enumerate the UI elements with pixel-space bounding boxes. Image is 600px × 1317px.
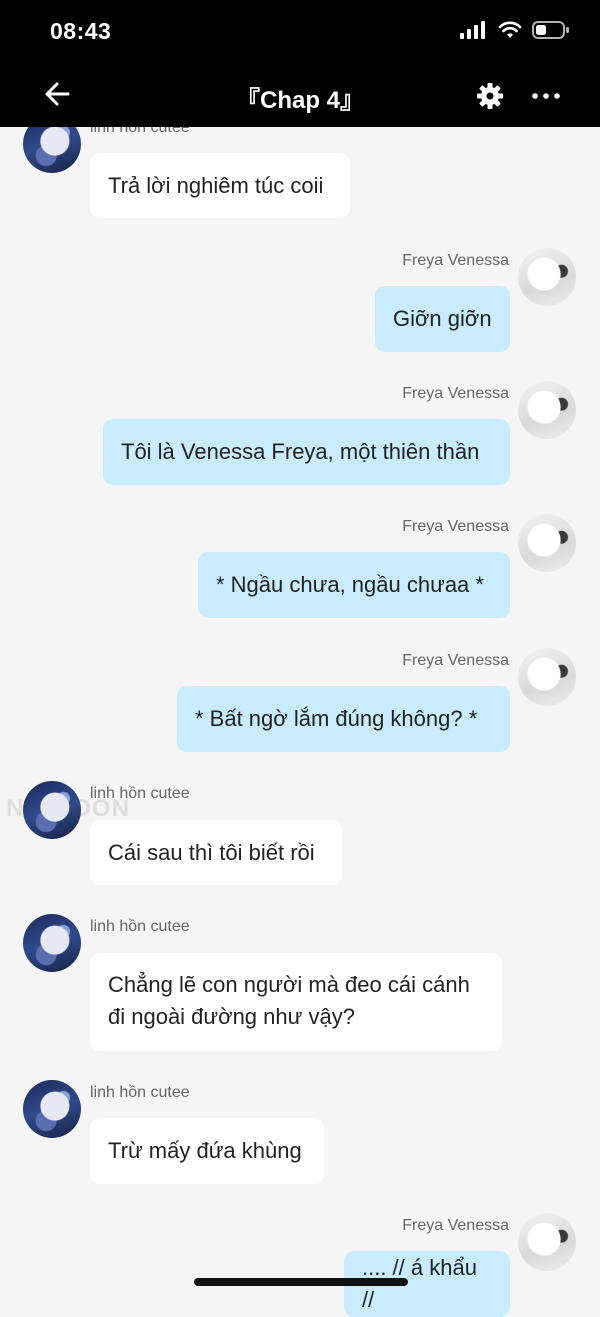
avatar[interactable] bbox=[518, 1213, 576, 1271]
message-bubble[interactable]: Chẳng lẽ con người mà đeo cái cánh đi ng… bbox=[90, 953, 502, 1051]
message-bubble[interactable]: * Ngầu chưa, ngầu chưaa * bbox=[198, 552, 510, 618]
more-options-icon[interactable] bbox=[530, 86, 562, 106]
status-time: 08:43 bbox=[50, 18, 112, 44]
sender-name: Freya Venessa bbox=[402, 1217, 509, 1234]
message-bubble[interactable]: * Bất ngờ lắm đúng không? * bbox=[177, 686, 510, 752]
avatar[interactable] bbox=[518, 381, 576, 439]
sender-name: Freya Venessa bbox=[402, 385, 509, 402]
gear-icon[interactable] bbox=[476, 82, 504, 110]
wifi-icon bbox=[498, 21, 522, 38]
chat-thread[interactable]: linh hồn cutee Trả lời nghiêm túc coii F… bbox=[0, 0, 600, 1317]
home-indicator bbox=[194, 1278, 408, 1286]
sender-name: Freya Venessa bbox=[402, 652, 509, 669]
message-bubble[interactable]: Tôi là Venessa Freya, một thiên thần bbox=[103, 419, 510, 485]
avatar[interactable] bbox=[23, 1080, 81, 1138]
battery-icon bbox=[532, 21, 569, 39]
avatar[interactable] bbox=[518, 514, 576, 572]
avatar[interactable] bbox=[23, 914, 81, 972]
message-bubble[interactable]: Giỡn giỡn bbox=[375, 286, 510, 352]
avatar[interactable] bbox=[518, 648, 576, 706]
status-icons bbox=[460, 20, 570, 40]
message-bubble[interactable]: Trừ mấy đứa khùng bbox=[90, 1118, 324, 1184]
avatar[interactable] bbox=[23, 781, 81, 839]
top-bar: 08:43 『Chap 4』 bbox=[0, 0, 600, 127]
sender-name: linh hồn cutee bbox=[90, 1084, 190, 1101]
avatar[interactable] bbox=[518, 248, 576, 306]
page-title: 『Chap 4』 bbox=[235, 87, 364, 114]
signal-icon bbox=[460, 21, 485, 39]
sender-name: Freya Venessa bbox=[402, 252, 509, 269]
sender-name: Freya Venessa bbox=[402, 518, 509, 535]
sender-name: linh hồn cutee bbox=[90, 785, 190, 802]
sender-name: linh hồn cutee bbox=[90, 918, 190, 935]
message-bubble[interactable]: Cái sau thì tôi biết rồi bbox=[90, 820, 342, 885]
message-bubble[interactable]: Trả lời nghiêm túc coii bbox=[90, 153, 350, 218]
